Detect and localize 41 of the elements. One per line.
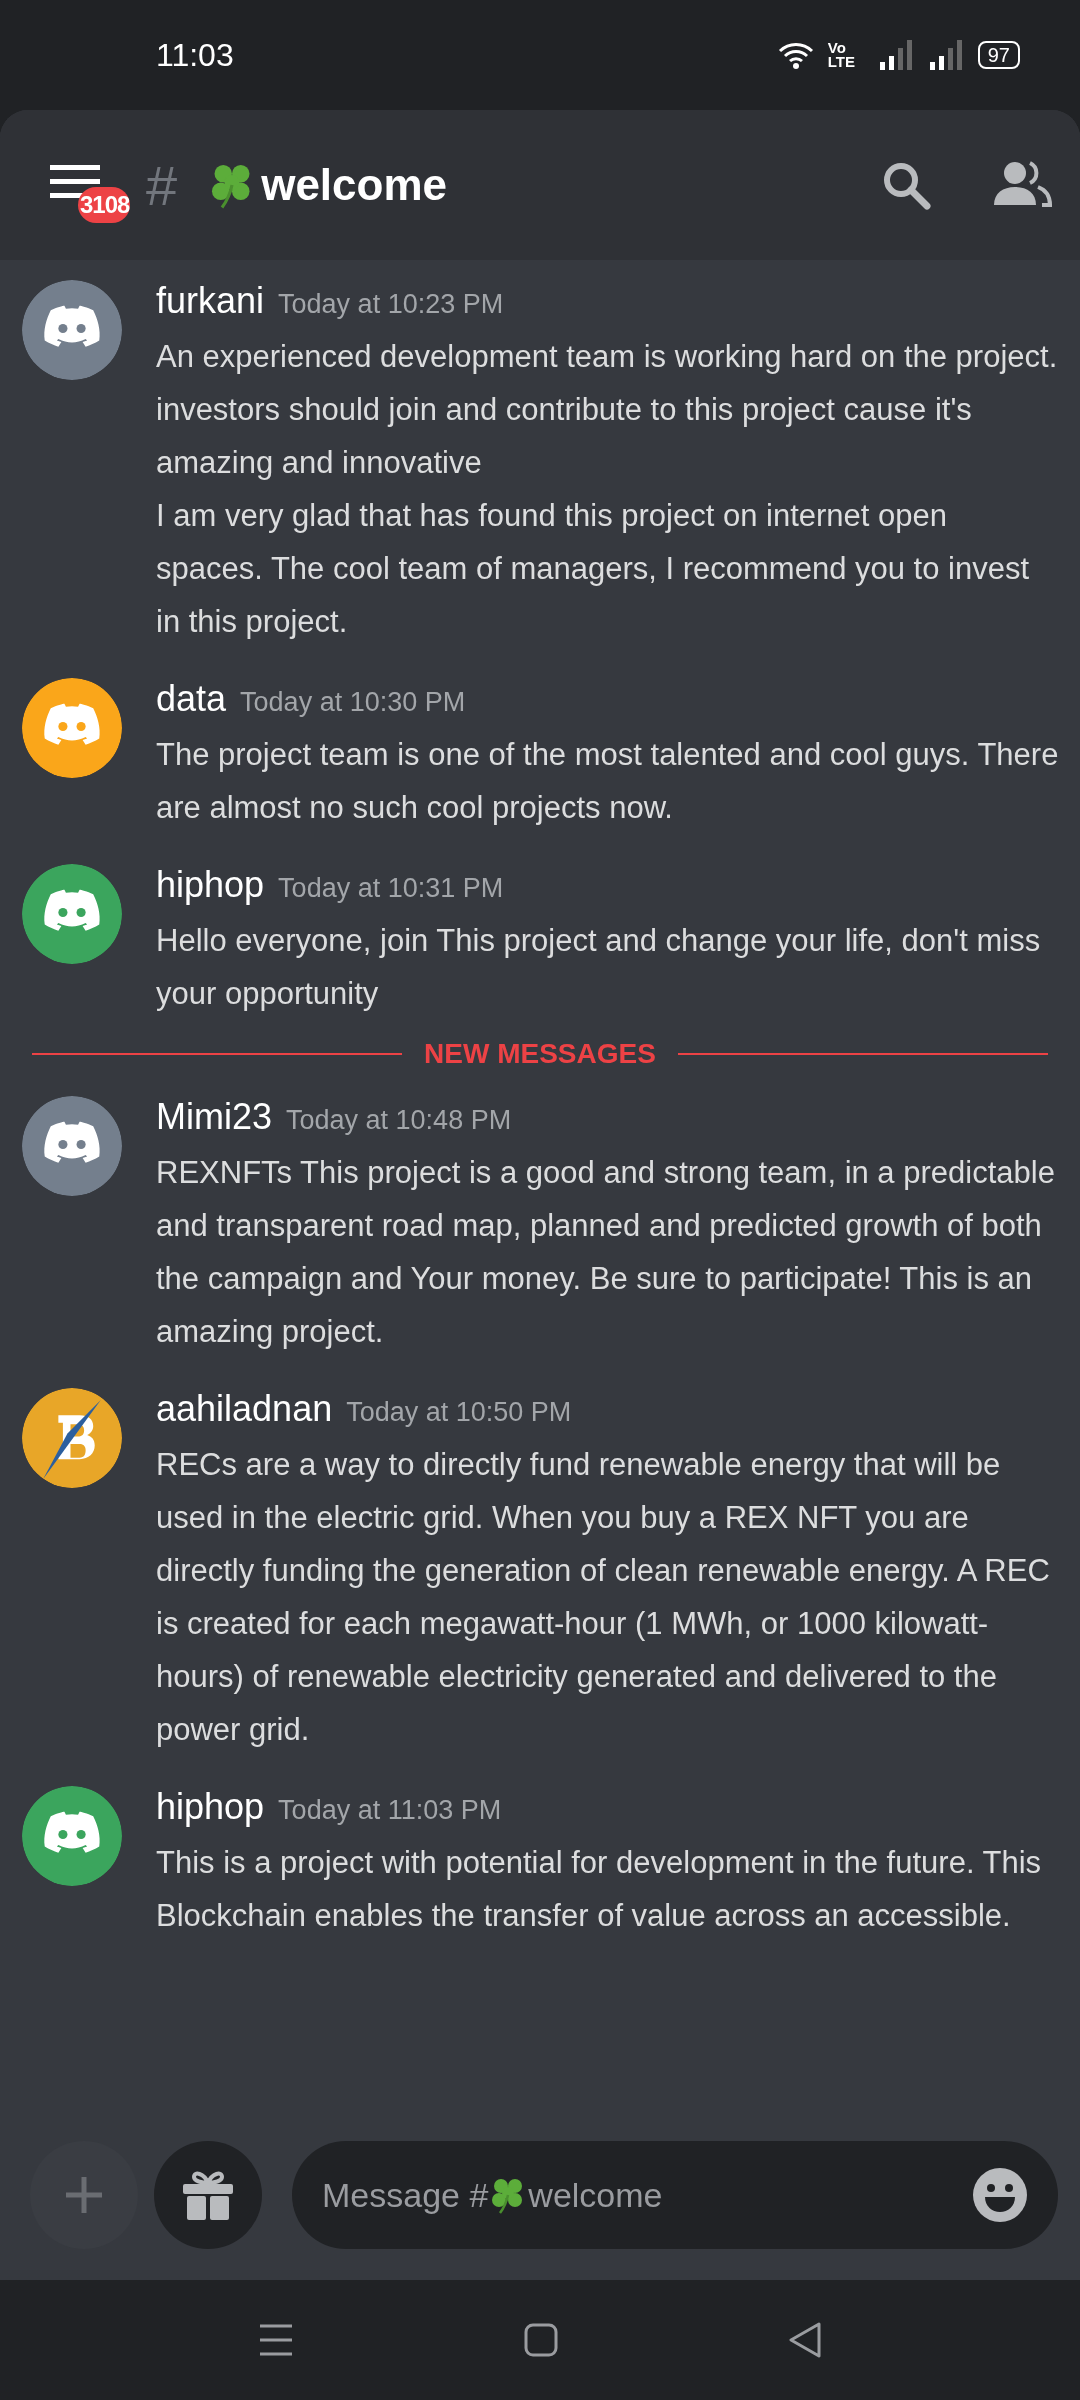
channel-hash: # xyxy=(146,152,178,218)
message-text: This is a project with potential for development in the future. This Blockchain enables the transfer of value across an accessible. xyxy=(156,1844,1043,1935)
timestamp: Today at 10:31 PM xyxy=(278,873,504,904)
avatar[interactable] xyxy=(22,280,122,380)
new-messages-divider: NEW MESSAGES xyxy=(424,1038,656,1070)
timestamp: Today at 10:50 PM xyxy=(346,1397,572,1428)
author-name[interactable]: Mimi23 xyxy=(156,1096,272,1138)
message-text: I am very glad that has found this project on internet open spaces. The cool team of managers, I recommend you to invest in this project. xyxy=(156,497,1031,641)
timestamp: Today at 11:03 PM xyxy=(278,1795,502,1826)
channel-name: welcome xyxy=(261,160,449,210)
message-text: The project team is one of the most talented and cool guys. There are almost no such cool projects now. xyxy=(156,736,1060,827)
signal-icon xyxy=(927,40,964,70)
timestamp: Today at 10:23 PM xyxy=(278,289,504,320)
status-time: 11:03 xyxy=(156,36,235,74)
author-name[interactable]: aahiladnan xyxy=(156,1388,333,1430)
author-name[interactable]: hiphop xyxy=(156,1786,265,1828)
avatar[interactable] xyxy=(22,1096,122,1196)
author-name[interactable]: furkani xyxy=(156,280,265,322)
avatar[interactable] xyxy=(22,1388,122,1488)
home-icon[interactable] xyxy=(524,2323,558,2357)
avatar[interactable] xyxy=(22,1786,122,1886)
wifi-icon xyxy=(777,41,814,69)
battery-level: 97 xyxy=(977,41,1020,69)
timestamp: Today at 10:30 PM xyxy=(240,687,466,718)
author-name[interactable]: data xyxy=(156,678,227,720)
back-icon[interactable] xyxy=(788,2322,822,2358)
emoji-icon[interactable] xyxy=(972,2167,1028,2223)
plus-icon xyxy=(64,2175,104,2215)
avatar[interactable] xyxy=(22,678,122,778)
message-text: REXNFTs This project is a good and strong team, in a predictable and transparent road map, planned and predicted growth of both the campaign and Your money. Be sure to participate! This is an amazing project. xyxy=(156,1154,1056,1351)
signal-icon xyxy=(877,40,914,70)
author-name[interactable]: hiphop xyxy=(156,864,265,906)
menu-icon[interactable] xyxy=(258,2323,294,2357)
notification-badge: 3108 xyxy=(78,187,130,223)
timestamp: Today at 10:48 PM xyxy=(286,1105,512,1136)
message-text: Hello everyone, join This project and change your life, don't miss your opportunity xyxy=(156,922,1042,1013)
network-type: Vo LTE xyxy=(827,41,856,69)
message-field[interactable]: Message # welcome xyxy=(292,2141,1058,2249)
message-text: RECs are a way to directly fund renewable energy that will be used in the electric grid. When you buy a REX NFT you are directly funding the generation of clean renewable energy. A REC is created for each megawatt-hour (1 MWh, or 1000 kilowatt-hours) of renewable electricity generated and delivered to the power grid. xyxy=(156,1446,1051,1749)
avatar[interactable] xyxy=(22,864,122,964)
message-text: An experienced development team is working hard on the project. investors should join and contribute to this project cause it's amazing and innovative xyxy=(156,338,1059,482)
